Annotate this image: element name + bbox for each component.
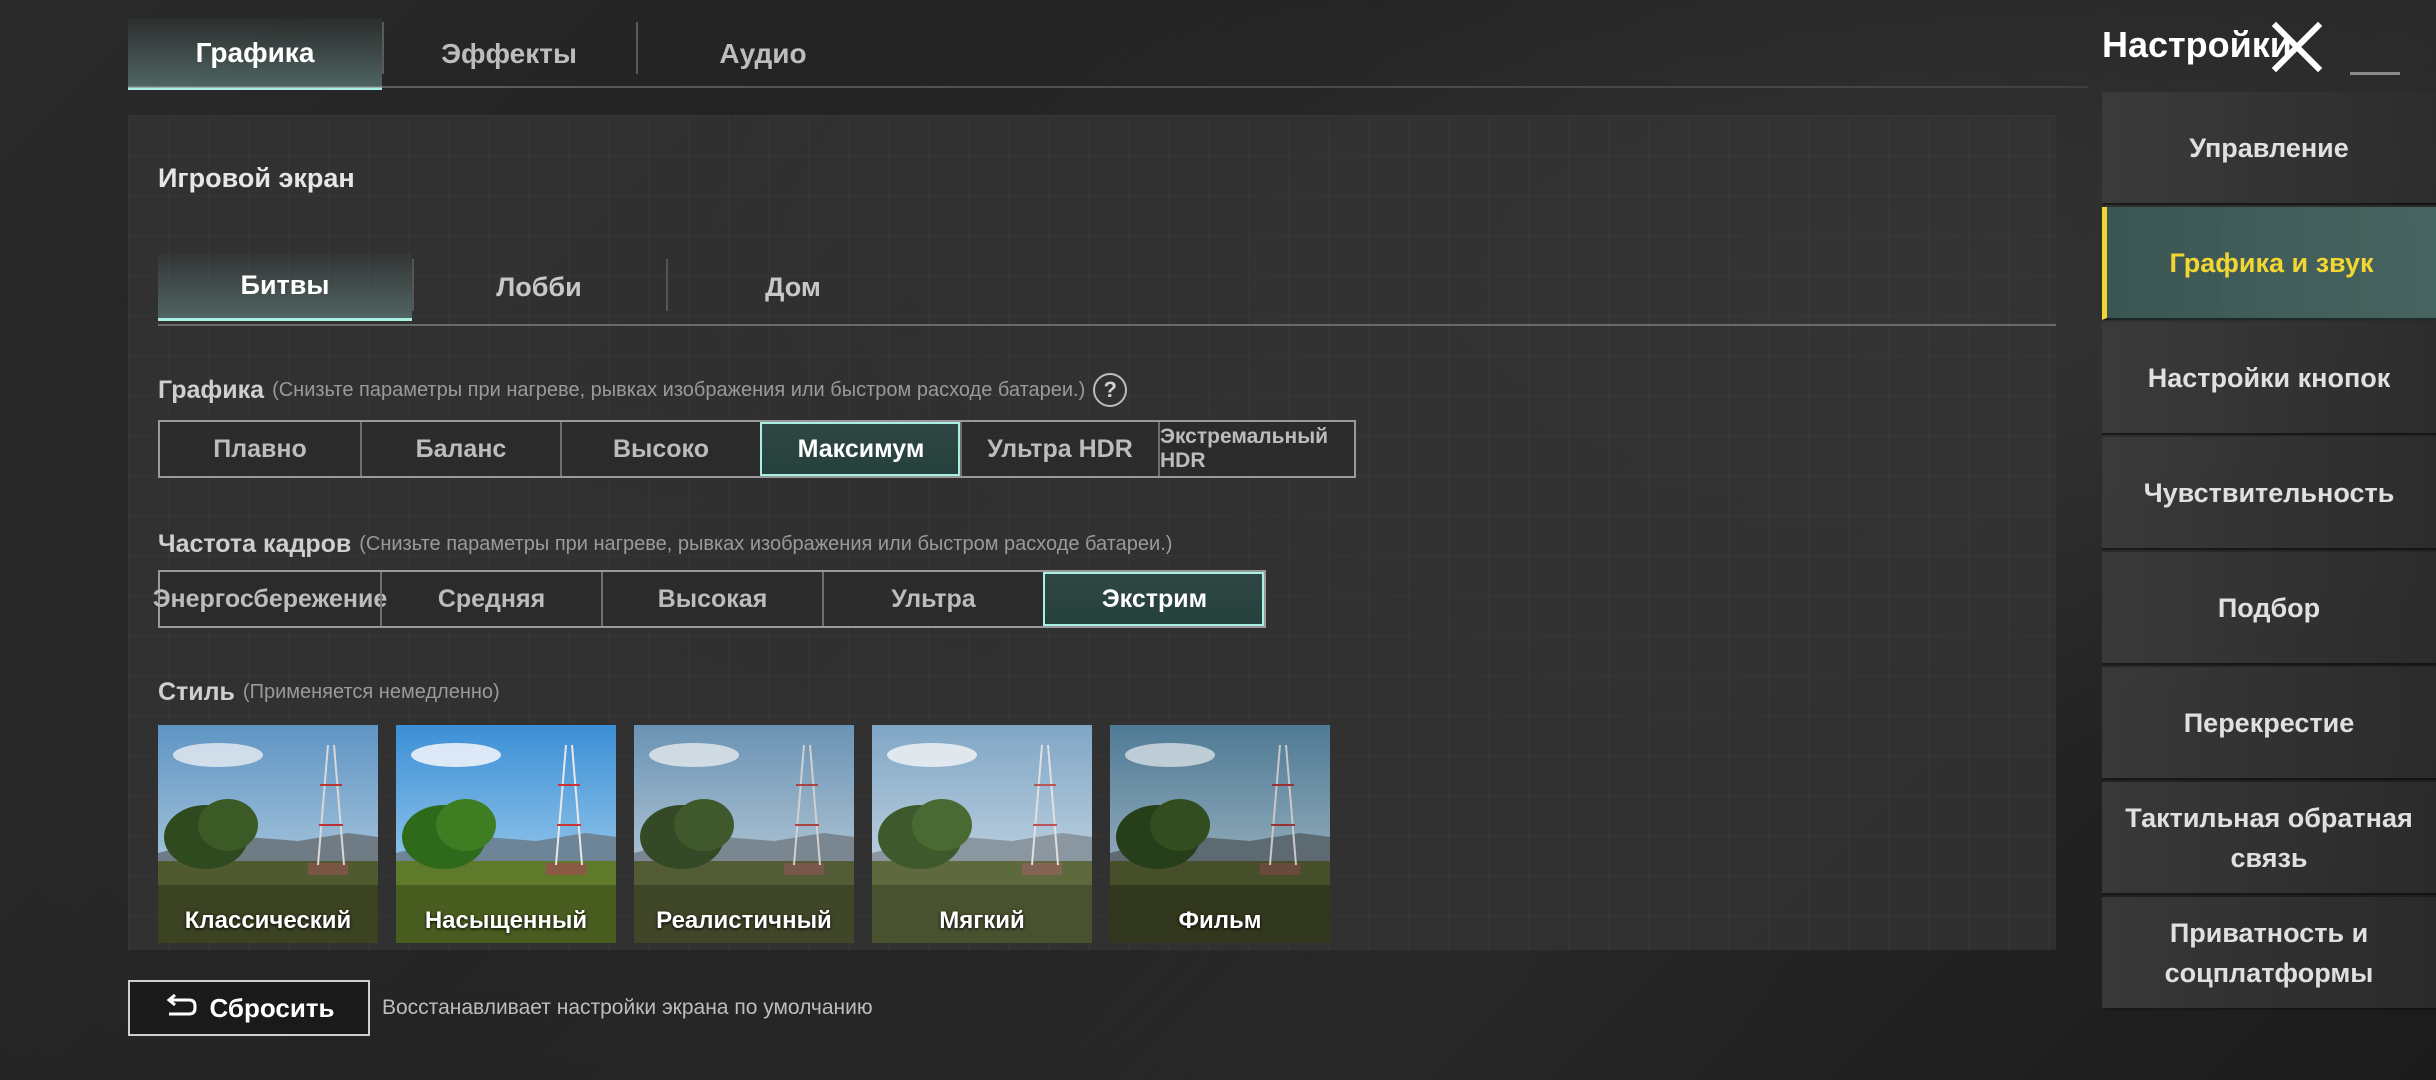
screen-sub-tabs: Битвы Лобби Дом	[158, 253, 920, 321]
sidebar-item-matchmaking[interactable]: Подбор	[2102, 552, 2436, 665]
subtab-home[interactable]: Дом	[666, 253, 920, 321]
graphics-option-high[interactable]: Высоко	[560, 422, 760, 476]
tab-effects[interactable]: Эффекты	[382, 18, 636, 90]
settings-sidebar: Управление Графика и звук Настройки кноп…	[2102, 92, 2436, 1080]
style-thumbnails: Классический Насыщенный Реалистичный Мяг…	[158, 725, 1330, 943]
graphics-hint: (Снизьте параметры при нагреве, рывках и…	[272, 378, 1086, 401]
settings-panel: Игровой экран Битвы Лобби Дом Графика (С…	[128, 115, 2056, 950]
style-label: Стиль	[158, 678, 235, 706]
reset-description: Восстанавливает настройки экрана по умол…	[382, 996, 873, 1019]
reset-label: Сбросить	[209, 992, 335, 1023]
header-divider	[2350, 72, 2400, 75]
fps-option-power-saving[interactable]: Энергосбережение	[153, 572, 388, 626]
fps-label-row: Частота кадров (Снизьте параметры при на…	[158, 530, 1172, 559]
help-icon[interactable]: ?	[1093, 373, 1128, 407]
graphics-option-extreme-hdr[interactable]: Экстремальный HDR	[1158, 422, 1354, 476]
style-classic[interactable]: Классический	[158, 725, 378, 943]
close-button[interactable]	[2268, 18, 2326, 76]
style-hint: (Применяется немедленно)	[242, 681, 500, 703]
graphics-option-balanced[interactable]: Баланс	[360, 422, 560, 476]
fps-hint: (Снизьте параметры при нагреве, рывках и…	[359, 533, 1173, 555]
page-title: Настройки	[2102, 24, 2292, 65]
style-soft-label: Мягкий	[939, 907, 1025, 934]
top-divider	[128, 86, 2088, 88]
graphics-option-max[interactable]: Максимум	[760, 422, 960, 476]
fps-label: Частота кадров	[158, 530, 352, 558]
sidebar-item-graphics-sound[interactable]: Графика и звук	[2102, 207, 2436, 320]
graphics-quality-selector: Плавно Баланс Высоко Максимум Ультра HDR…	[158, 420, 1356, 478]
style-label-row: Стиль (Применяется немедленно)	[158, 678, 500, 707]
style-realistic[interactable]: Реалистичный	[634, 725, 854, 943]
fps-selector: Энергосбережение Средняя Высокая Ультра …	[153, 570, 1266, 628]
subtab-divider	[158, 324, 2056, 326]
style-film[interactable]: Фильм	[1110, 725, 1330, 943]
style-soft[interactable]: Мягкий	[872, 725, 1092, 943]
style-classic-label: Классический	[184, 907, 352, 934]
subtab-battles[interactable]: Битвы	[158, 253, 412, 321]
subtab-lobby[interactable]: Лобби	[412, 253, 666, 321]
reset-button[interactable]: Сбросить	[128, 980, 370, 1036]
section-title: Игровой экран	[158, 163, 355, 193]
sidebar-item-button-settings[interactable]: Настройки кнопок	[2102, 322, 2436, 435]
sidebar-item-privacy[interactable]: Приватность и соцплатформы	[2102, 897, 2436, 1010]
style-film-label: Фильм	[1178, 907, 1262, 934]
fps-option-high[interactable]: Высокая	[601, 572, 822, 626]
style-saturated-label: Насыщенный	[424, 907, 588, 934]
graphics-option-ultra-hdr[interactable]: Ультра HDR	[960, 422, 1158, 476]
sidebar-item-crosshair[interactable]: Перекрестие	[2102, 667, 2436, 780]
fps-option-medium[interactable]: Средняя	[380, 572, 601, 626]
style-saturated[interactable]: Насыщенный	[396, 725, 616, 943]
tab-graphics[interactable]: Графика	[128, 18, 382, 90]
fps-option-extreme[interactable]: Экстрим	[1043, 572, 1264, 626]
style-realistic-label: Реалистичный	[656, 907, 832, 934]
graphics-label-row: Графика (Снизьте параметры при нагреве, …	[158, 373, 1128, 407]
graphics-label: Графика	[158, 375, 265, 404]
tab-audio[interactable]: Аудио	[636, 18, 890, 90]
fps-option-ultra[interactable]: Ультра	[822, 572, 1043, 626]
sidebar-item-controls[interactable]: Управление	[2102, 92, 2436, 205]
close-icon	[2271, 21, 2323, 73]
graphics-option-smooth[interactable]: Плавно	[160, 422, 360, 476]
reset-icon	[167, 994, 197, 1016]
sidebar-item-haptics[interactable]: Тактильная обратная связь	[2102, 782, 2436, 895]
sidebar-item-sensitivity[interactable]: Чувствительность	[2102, 437, 2436, 550]
top-tabs: Графика Эффекты Аудио	[128, 18, 890, 90]
